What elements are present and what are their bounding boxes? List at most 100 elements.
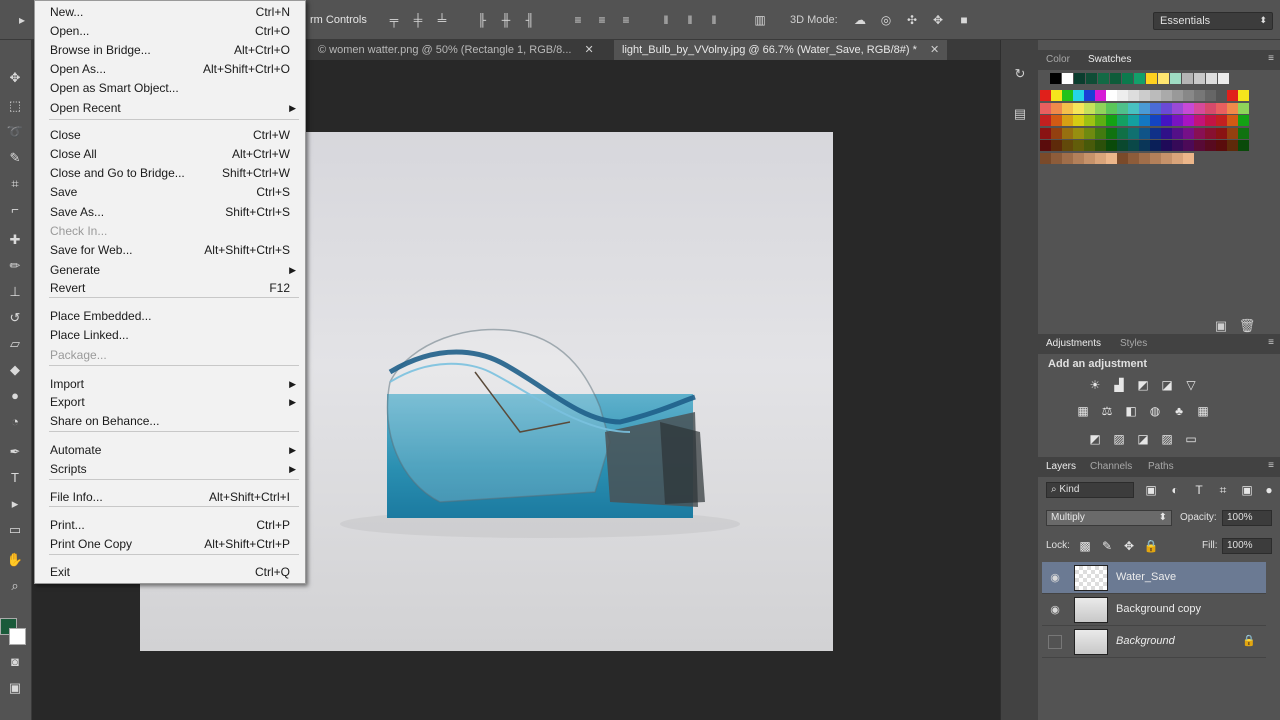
swatch[interactable] [1106, 102, 1117, 114]
filter-adjustment-icon[interactable]: ◐ [1166, 481, 1184, 499]
swatch[interactable] [1150, 140, 1161, 151]
swatch[interactable] [1172, 140, 1183, 151]
menu-item-close-all[interactable]: Close All Alt+Ctrl+W [50, 145, 290, 163]
swatch[interactable] [1194, 73, 1205, 84]
swatch[interactable] [1051, 140, 1062, 151]
swatch[interactable] [1062, 152, 1073, 164]
menu-item-open-recent[interactable]: Open Recent ▶ [50, 99, 296, 117]
swatch[interactable] [1216, 140, 1227, 151]
swatch[interactable] [1106, 127, 1117, 139]
exposure-icon[interactable]: ◪ [1158, 376, 1176, 394]
swatch[interactable] [1139, 102, 1150, 114]
swatch[interactable] [1146, 73, 1157, 84]
swatch[interactable] [1139, 152, 1150, 164]
swatch[interactable] [1062, 90, 1073, 101]
menu-item-open[interactable]: Open... Ctrl+O [50, 22, 290, 40]
swatch[interactable] [1170, 73, 1181, 84]
history-icon[interactable]: ↻ [1011, 66, 1029, 84]
scale-3d-icon[interactable]: ■ [956, 12, 972, 28]
swatch[interactable] [1150, 115, 1161, 126]
close-icon[interactable]: ✕ [585, 44, 594, 56]
swatch[interactable] [1040, 115, 1051, 126]
eraser-tool-icon[interactable]: ▱ [4, 334, 26, 354]
menu-item-close-and-go-to-bridge[interactable]: Close and Go to Bridge... Shift+Ctrl+W [50, 164, 290, 182]
type-tool-icon[interactable]: T [4, 468, 26, 488]
distribute-top-icon[interactable]: ≡ [570, 12, 586, 28]
swatch[interactable] [1227, 102, 1238, 114]
swatch[interactable] [1172, 102, 1183, 114]
path-selection-tool-icon[interactable]: ▸ [4, 494, 26, 514]
swatch[interactable] [1086, 73, 1097, 84]
lasso-tool-icon[interactable]: ➰ [4, 122, 26, 142]
lock-image-icon[interactable]: ✎ [1098, 537, 1116, 555]
layer-thumbnail[interactable] [1074, 597, 1108, 623]
menu-item-new[interactable]: New... Ctrl+N [50, 3, 290, 21]
move-tool-icon[interactable]: ✥ [4, 68, 26, 88]
levels-icon[interactable]: ▟ [1110, 376, 1128, 394]
color-balance-icon[interactable]: ⚖ [1098, 402, 1116, 420]
swatch[interactable] [1172, 90, 1183, 101]
history-brush-tool-icon[interactable]: ↺ [4, 308, 26, 328]
menu-item-save-for-web[interactable]: Save for Web... Alt+Shift+Ctrl+S [50, 241, 290, 259]
quick-mask-icon[interactable]: ◙ [4, 652, 26, 672]
menu-item-check-in[interactable]: Check In... [50, 222, 290, 240]
swatch[interactable] [1106, 152, 1117, 164]
swatch[interactable] [1098, 73, 1109, 84]
move-tool-preset-icon[interactable]: ▸ [14, 12, 30, 28]
vibrance-icon[interactable]: ▽ [1182, 376, 1200, 394]
swatch[interactable] [1117, 102, 1128, 114]
brush-tool-icon[interactable]: ✏ [4, 256, 26, 276]
swatch[interactable] [1128, 115, 1139, 126]
swatch[interactable] [1095, 102, 1106, 114]
swatch[interactable] [1106, 90, 1117, 101]
visibility-eye-icon[interactable]: ◉ [1048, 603, 1062, 617]
layer-thumbnail[interactable] [1074, 565, 1108, 591]
swatch[interactable] [1128, 102, 1139, 114]
menu-item-place-embedded[interactable]: Place Embedded... [50, 307, 290, 325]
menu-item-print-one-copy[interactable]: Print One Copy Alt+Shift+Ctrl+P [50, 535, 290, 553]
swatch[interactable] [1194, 115, 1205, 126]
color-lookup-icon[interactable]: ▦ [1194, 402, 1212, 420]
distribute-hcenter-icon[interactable]: ‖ [682, 12, 698, 28]
swatch[interactable] [1238, 127, 1249, 139]
swatch[interactable] [1062, 102, 1073, 114]
rotate-3d-icon[interactable]: ☁ [852, 12, 868, 28]
menu-item-scripts[interactable]: Scripts ▶ [50, 460, 296, 478]
swatch[interactable] [1183, 115, 1194, 126]
swatch[interactable] [1161, 152, 1172, 164]
swatch[interactable] [1183, 90, 1194, 101]
swatch[interactable] [1051, 152, 1062, 164]
curves-icon[interactable]: ◩ [1134, 376, 1152, 394]
swatch[interactable] [1062, 127, 1073, 139]
swatch[interactable] [1227, 115, 1238, 126]
align-vcenter-icon[interactable]: ╪ [410, 12, 426, 28]
distribute-bottom-icon[interactable]: ≡ [618, 12, 634, 28]
swatch[interactable] [1095, 152, 1106, 164]
swatch[interactable] [1084, 152, 1095, 164]
swatch[interactable] [1062, 73, 1073, 84]
clone-stamp-tool-icon[interactable]: ⊥ [4, 282, 26, 302]
menu-item-print[interactable]: Print... Ctrl+P [50, 516, 290, 534]
layer-name[interactable]: Background copy [1116, 603, 1201, 615]
roll-3d-icon[interactable]: ◎ [878, 12, 894, 28]
swatch[interactable] [1158, 73, 1169, 84]
swatch[interactable] [1117, 115, 1128, 126]
filter-toggle-icon[interactable]: ● [1260, 481, 1278, 499]
photo-filter-icon[interactable]: ◍ [1146, 402, 1164, 420]
tab-swatches[interactable]: Swatches [1088, 54, 1131, 65]
swatch[interactable] [1106, 140, 1117, 151]
swatch[interactable] [1205, 127, 1216, 139]
distribute-left-icon[interactable]: ‖ [658, 12, 674, 28]
swatch[interactable] [1084, 90, 1095, 101]
channel-mixer-icon[interactable]: ♣ [1170, 402, 1188, 420]
filter-smart-object-icon[interactable]: ▣ [1238, 481, 1256, 499]
invert-icon[interactable]: ◩ [1086, 430, 1104, 448]
align-left-icon[interactable]: ╟ [474, 12, 490, 28]
swatch[interactable] [1238, 140, 1249, 151]
auto-align-icon[interactable]: ▥ [752, 12, 768, 28]
gradient-map-icon[interactable]: ▭ [1182, 430, 1200, 448]
swatch[interactable] [1040, 102, 1051, 114]
swatch[interactable] [1117, 127, 1128, 139]
healing-brush-tool-icon[interactable]: ✚ [4, 230, 26, 250]
menu-item-save[interactable]: Save Ctrl+S [50, 183, 290, 201]
